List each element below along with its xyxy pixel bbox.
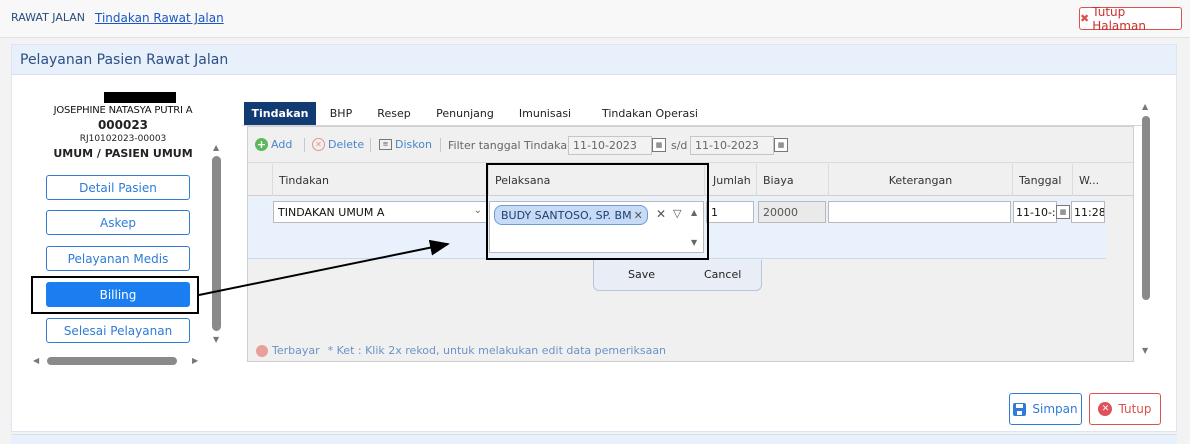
- cancel-row-button[interactable]: Cancel: [704, 268, 741, 281]
- sidebar-item-detail-pasien[interactable]: Detail Pasien: [46, 175, 190, 200]
- breadcrumb-root[interactable]: RAWAT JALAN: [11, 11, 85, 24]
- close-icon: ✖: [1080, 12, 1090, 25]
- diskon-button[interactable]: ≡ Diskon: [379, 138, 432, 151]
- close-page-button[interactable]: ✖ Tutup Halaman: [1079, 4, 1182, 33]
- panel-header: Pelayanan Pasien Rawat Jalan: [12, 45, 1176, 75]
- patient-name: JOSEPHINE NATASYA PUTRI A: [53, 105, 193, 116]
- note-label: * Ket : Klik 2x rekod, untuk melakukan e…: [327, 344, 667, 357]
- add-button[interactable]: + Add: [255, 138, 292, 151]
- tanggal-input[interactable]: 11-10-:: [1013, 201, 1057, 223]
- scroll-down-icon[interactable]: ▼: [213, 335, 219, 344]
- simpan-label: Simpan: [1032, 402, 1078, 416]
- sidebar-item-selesai-pelayanan[interactable]: Selesai Pelayanan: [46, 318, 190, 343]
- tab-penunjang[interactable]: Penunjang: [430, 102, 500, 125]
- close-circle-icon: ✕: [1098, 402, 1113, 416]
- save-icon: [1013, 402, 1027, 416]
- tindakan-value: TINDAKAN UMUM A: [278, 205, 385, 219]
- discount-icon: ≡: [379, 139, 392, 150]
- scroll-down-icon[interactable]: ▼: [1142, 346, 1148, 355]
- jumlah-input[interactable]: 1: [706, 201, 754, 223]
- tab-tindakan-operasi[interactable]: Tindakan Operasi: [590, 102, 710, 125]
- sidebar-item-pelayanan-medis[interactable]: Pelayanan Medis: [46, 246, 190, 271]
- close-page-label: Tutup Halaman: [1092, 4, 1146, 33]
- column-header-keterangan[interactable]: Keterangan: [828, 164, 1012, 196]
- toolbar-divider: [440, 138, 441, 152]
- add-icon: +: [255, 138, 268, 151]
- grid-toolbar: + Add ✕ Delete ≡ Diskon Filter tanggal T…: [248, 127, 1133, 163]
- tab-bar: Tindakan BHP Resep Penunjang Imunisasi T…: [242, 102, 1146, 126]
- breadcrumb-current[interactable]: Tindakan Rawat Jalan: [95, 11, 224, 25]
- calendar-icon[interactable]: ▦: [774, 138, 788, 152]
- note-text: * Ket : Klik 2x rekod, untuk melakukan e…: [328, 344, 666, 357]
- tutup-label: Tutup: [1118, 402, 1152, 416]
- redacted-block: [104, 92, 176, 103]
- next-panel-header: [11, 434, 1177, 444]
- row-editor-actions: Save Cancel: [593, 260, 762, 291]
- tindakan-select[interactable]: TINDAKAN UMUM A ⌄: [273, 201, 487, 223]
- delete-icon: ✕: [312, 138, 325, 151]
- column-header-tindakan[interactable]: Tindakan: [272, 164, 488, 196]
- patient-registration: RJ10102023-00003: [79, 134, 167, 144]
- chevron-down-icon: ⌄: [473, 205, 482, 216]
- column-header-biaya[interactable]: Biaya: [756, 164, 828, 196]
- scroll-left-icon[interactable]: ◀: [33, 356, 39, 365]
- date-range-separator: s/d: [671, 139, 688, 152]
- scroll-up-icon[interactable]: ▲: [213, 143, 219, 152]
- patient-type: UMUM / PASIEN UMUM: [53, 147, 193, 160]
- content-vertical-scrollbar[interactable]: [1142, 116, 1150, 300]
- delete-button[interactable]: ✕ Delete: [312, 138, 364, 151]
- tab-imunisasi[interactable]: Imunisasi: [512, 102, 578, 125]
- keterangan-input[interactable]: [828, 201, 1011, 223]
- paid-indicator-icon: [256, 344, 268, 357]
- scroll-up-icon[interactable]: ▲: [1142, 102, 1148, 111]
- column-header-jumlah[interactable]: Jumlah: [704, 164, 756, 196]
- add-label: Add: [271, 138, 293, 151]
- biaya-input: 20000: [758, 201, 826, 223]
- patient-id: 000023: [97, 118, 149, 132]
- toolbar-divider: [304, 138, 305, 152]
- scroll-right-icon[interactable]: ▶: [192, 356, 198, 365]
- save-row-button[interactable]: Save: [628, 268, 655, 281]
- grid-legend: Terbayar * Ket : Klik 2x rekod, untuk me…: [256, 344, 666, 357]
- sidebar-horizontal-scrollbar[interactable]: [47, 357, 177, 365]
- delete-label: Delete: [328, 138, 365, 151]
- tab-bhp[interactable]: BHP: [322, 102, 360, 125]
- page-title: Pelayanan Pasien Rawat Jalan: [20, 52, 229, 68]
- paid-legend-label: Terbayar: [272, 344, 320, 357]
- calendar-icon[interactable]: ▦: [1056, 205, 1070, 219]
- annotation-box-billing: [31, 276, 199, 314]
- toolbar-divider: [370, 138, 371, 152]
- tutup-button[interactable]: ✕ Tutup: [1089, 393, 1161, 425]
- sidebar-item-askep[interactable]: Askep: [46, 210, 190, 235]
- calendar-icon[interactable]: ▦: [652, 138, 666, 152]
- annotation-box-pelaksana: [486, 163, 709, 260]
- simpan-button[interactable]: Simpan: [1009, 393, 1082, 425]
- waktu-input[interactable]: 11:28: [1071, 201, 1105, 223]
- sidebar-vertical-scrollbar[interactable]: [212, 156, 221, 331]
- filter-label: Filter tanggal Tindakan:: [448, 139, 578, 152]
- diskon-label: Diskon: [395, 138, 432, 151]
- column-header-tanggal[interactable]: Tanggal: [1012, 164, 1072, 196]
- filter-date-to[interactable]: 11-10-2023: [690, 136, 774, 155]
- tab-tindakan[interactable]: Tindakan: [244, 102, 316, 125]
- filter-date-from[interactable]: 11-10-2023: [568, 136, 652, 155]
- tab-resep[interactable]: Resep: [370, 102, 418, 125]
- column-header-waktu[interactable]: W...: [1072, 164, 1106, 196]
